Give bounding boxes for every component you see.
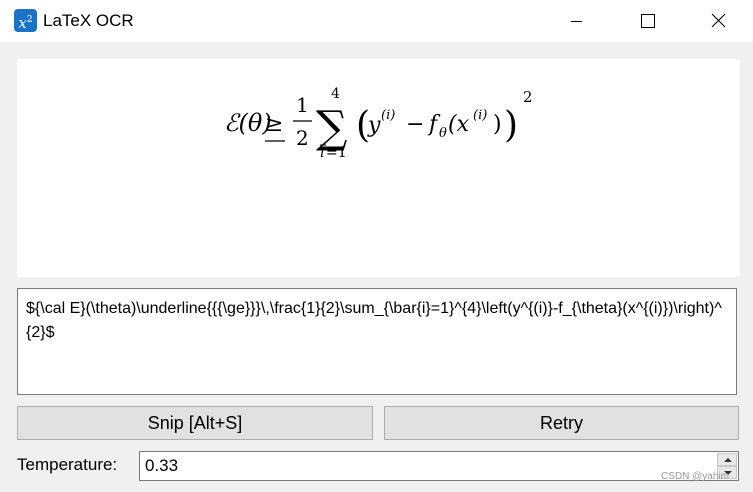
retry-button[interactable]: Retry	[384, 406, 739, 440]
eq-x-close: )	[493, 112, 502, 137]
temperature-label: Temperature:	[17, 455, 118, 474]
close-button[interactable]	[695, 0, 741, 42]
minimize-icon	[571, 21, 582, 22]
eq-power: 2	[523, 88, 533, 106]
latex-ocr-window: x2 LaTeX OCR ℰ(θ) ≥ 1 2 ∑ 4 i =1 (y (i)…	[0, 0, 753, 492]
temperature-spinbox[interactable]: 0.33	[139, 451, 739, 481]
equation-preview: ℰ(θ) ≥ 1 2 ∑ 4 i =1 ( y (i) − f θ (x (i)…	[17, 59, 740, 277]
eq-frac-num: 1	[296, 93, 309, 117]
rendered-equation: ℰ(θ) ≥ 1 2 ∑ 4 i =1 ( y (i) − f θ (x (i)…	[224, 86, 533, 161]
eq-ge: ≥	[265, 112, 283, 137]
maximize-icon	[641, 14, 655, 28]
eq-sum-lower-rest: =1	[326, 145, 347, 161]
eq-sum-lower-var: i	[320, 145, 324, 161]
minimize-button[interactable]	[553, 0, 599, 42]
spin-up-button[interactable]	[717, 453, 737, 466]
snip-button[interactable]: Snip [Alt+S]	[17, 406, 373, 440]
eq-sum-upper: 4	[331, 86, 340, 102]
title-bar[interactable]: x2 LaTeX OCR	[0, 0, 753, 42]
eq-x-sup: (i)	[473, 108, 487, 123]
eq-minus: −	[406, 112, 424, 137]
eq-f-sub: θ	[439, 126, 447, 141]
temperature-value[interactable]: 0.33	[145, 456, 178, 476]
latex-output-field[interactable]: ${\cal E}(\theta)\underline{{{\ge}}}\,\f…	[17, 288, 737, 395]
eq-y-sup: (i)	[381, 108, 395, 123]
close-icon	[711, 13, 726, 28]
eq-frac-den: 2	[296, 126, 309, 150]
window-title: LaTeX OCR	[43, 11, 134, 30]
watermark: CSDN @yahim	[661, 471, 729, 482]
eq-x-open: (x	[448, 112, 470, 137]
eq-y: y	[367, 113, 381, 138]
app-icon: x2	[14, 9, 37, 32]
maximize-button[interactable]	[624, 0, 670, 42]
eq-close-paren: )	[504, 105, 518, 146]
